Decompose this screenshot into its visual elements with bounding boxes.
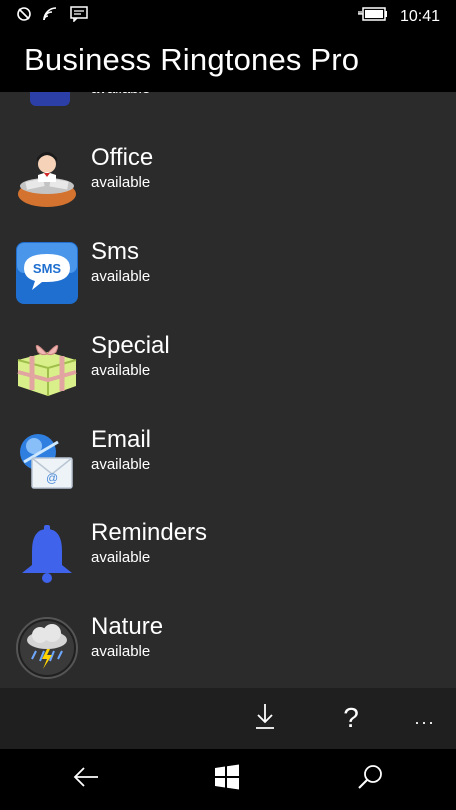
status-bar: 10:41 bbox=[0, 0, 456, 32]
list-item-nature[interactable]: Nature available bbox=[0, 611, 456, 688]
help-button[interactable]: ? bbox=[329, 698, 373, 738]
list-item-reminders[interactable]: Reminders available bbox=[0, 517, 456, 597]
list-item-status: available bbox=[91, 362, 151, 379]
page-title: Business Ringtones Pro bbox=[24, 42, 360, 77]
app-bar: ? ... bbox=[0, 688, 456, 749]
search-button[interactable] bbox=[348, 759, 392, 799]
list-item-title: Email bbox=[91, 426, 152, 453]
list-item-title: Reminders bbox=[91, 519, 208, 546]
storm-cloud-icon bbox=[14, 615, 80, 681]
help-icon: ? bbox=[343, 702, 359, 733]
list-item-sms[interactable]: SMS Sms available bbox=[0, 236, 456, 316]
download-icon bbox=[254, 702, 276, 735]
back-button[interactable] bbox=[64, 759, 108, 799]
list-item-title: Special bbox=[91, 332, 170, 359]
system-nav-bar bbox=[0, 749, 456, 810]
more-button[interactable]: ... bbox=[403, 698, 447, 738]
list-item-status: available bbox=[91, 643, 151, 660]
start-button[interactable] bbox=[205, 759, 249, 799]
email-icon: @ bbox=[14, 428, 80, 494]
svg-text:@: @ bbox=[46, 471, 58, 485]
status-icons-right: 10:41 bbox=[357, 6, 440, 27]
svg-text:SMS: SMS bbox=[33, 261, 62, 276]
message-icon bbox=[70, 6, 88, 27]
list-item[interactable]: available bbox=[0, 92, 456, 128]
back-icon bbox=[72, 766, 100, 793]
status-icons-left bbox=[16, 6, 88, 27]
office-icon bbox=[14, 146, 80, 212]
partial-category-icon bbox=[14, 92, 80, 118]
list-item-title: Nature bbox=[91, 613, 164, 640]
list-item-status: available bbox=[91, 549, 151, 566]
search-icon bbox=[357, 764, 383, 795]
quiet-hours-icon bbox=[16, 6, 32, 27]
list-item-special[interactable]: Special available bbox=[0, 330, 456, 410]
download-button[interactable] bbox=[243, 698, 287, 738]
list-item-title: Sms bbox=[91, 238, 139, 265]
list-item-status: available bbox=[91, 174, 151, 191]
windows-icon bbox=[214, 764, 240, 795]
battery-charging-icon bbox=[357, 6, 388, 27]
list-item-status: available bbox=[91, 456, 151, 473]
bell-icon bbox=[14, 521, 80, 587]
wifi-icon bbox=[42, 6, 60, 27]
list-item-office[interactable]: Office available bbox=[0, 142, 456, 222]
title-bar: Business Ringtones Pro bbox=[0, 32, 456, 92]
list-item-title: Office bbox=[91, 144, 154, 171]
status-time: 10:41 bbox=[399, 7, 440, 25]
list-item-status: available bbox=[91, 268, 151, 285]
ringtone-category-list[interactable]: available Office available SM bbox=[0, 92, 456, 688]
gift-icon bbox=[14, 334, 80, 400]
more-icon: ... bbox=[414, 707, 436, 728]
sms-icon: SMS bbox=[14, 240, 80, 306]
list-item-email[interactable]: @ Email available bbox=[0, 424, 456, 504]
list-item-status: available bbox=[91, 92, 150, 99]
